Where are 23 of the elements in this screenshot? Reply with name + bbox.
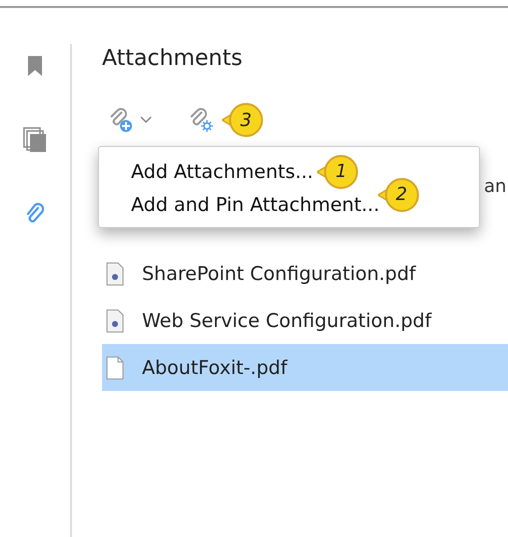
file-name: SharePoint Configuration.pdf xyxy=(142,262,416,284)
document-icon xyxy=(106,308,124,332)
add-attachment-dropdown[interactable] xyxy=(108,107,152,133)
blank-document-icon xyxy=(106,356,124,380)
file-row[interactable]: SharePoint Configuration.pdf xyxy=(102,250,508,297)
bookmark-icon xyxy=(27,55,43,77)
panel-title: Attachments xyxy=(102,46,244,73)
callout-badge: 1 xyxy=(324,154,358,188)
document-icon xyxy=(106,262,124,286)
attachment-settings-button[interactable] xyxy=(188,107,216,133)
caret-icon xyxy=(140,116,152,124)
menu-item[interactable]: Add Attachments... xyxy=(131,160,314,182)
callout-badge: 2 xyxy=(384,178,419,212)
file-row[interactable]: AboutFoxit-.pdf xyxy=(102,344,508,391)
file-row[interactable]: Web Service Configuration.pdf xyxy=(102,297,508,344)
callout-badge: 3 xyxy=(229,103,263,137)
file-name: an xyxy=(484,176,506,197)
pages-tab[interactable] xyxy=(21,126,49,154)
pages-icon xyxy=(23,127,47,153)
file-name: AboutFoxit-.pdf xyxy=(142,356,288,378)
file-name: Web Service Configuration.pdf xyxy=(142,310,432,332)
menu-item[interactable]: Add and Pin Attachment... xyxy=(131,194,380,216)
paperclip-gear-icon xyxy=(188,107,216,133)
